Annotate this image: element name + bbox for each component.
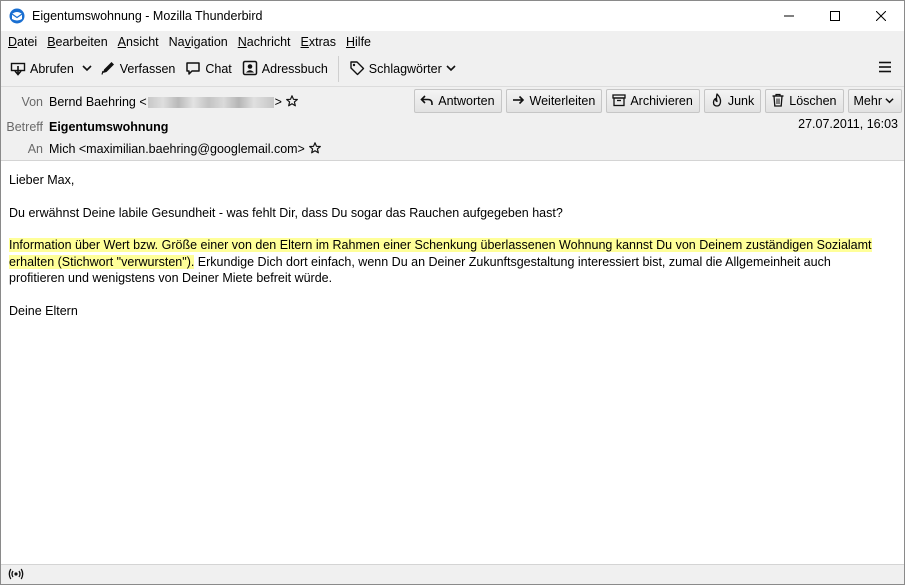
get-mail-label: Abrufen — [30, 62, 74, 76]
title-bar[interactable]: Eigentumswohnung - Mozilla Thunderbird — [1, 1, 904, 31]
subject-text: Eigentumswohnung — [49, 120, 169, 134]
forward-label: Weiterleiten — [529, 94, 596, 108]
chevron-down-icon — [446, 62, 460, 76]
app-menu-button[interactable] — [878, 60, 892, 77]
forward-button[interactable]: Weiterleiten — [505, 89, 603, 113]
menu-ansicht[interactable]: Ansicht — [113, 35, 164, 49]
menu-hilfe[interactable]: Hilfe — [341, 35, 376, 49]
main-paragraph: Information über Wert bzw. Größe einer v… — [9, 237, 896, 287]
more-button[interactable]: Mehr — [847, 89, 902, 113]
download-icon — [10, 60, 30, 79]
tags-label: Schlagwörter — [368, 62, 442, 76]
more-label: Mehr — [853, 94, 882, 108]
reply-label: Antworten — [438, 94, 495, 108]
write-label: Verfassen — [119, 62, 176, 76]
menu-extras[interactable]: Extras — [296, 35, 341, 49]
message-header: Von Bernd Baehring < > Antworten Weiterl… — [1, 87, 904, 161]
highlighted-text-line1: Information über Wert bzw. Größe einer v… — [9, 238, 872, 252]
paragraph-end: profitieren und wenigstens von Deiner Mi… — [9, 271, 333, 285]
to-row: An Mich <maximilian.baehring@googlemail.… — [1, 138, 904, 160]
message-date: 27.07.2011, 16:03 — [798, 117, 898, 131]
junk-button[interactable]: Junk — [703, 89, 762, 113]
address-book-label: Adressbuch — [261, 62, 328, 76]
trash-icon — [771, 93, 789, 110]
greeting: Lieber Max, — [9, 173, 75, 187]
star-icon[interactable] — [308, 141, 321, 157]
online-status-icon[interactable] — [8, 568, 24, 583]
main-toolbar: Abrufen Verfassen Chat Adressbuch Schlag… — [1, 52, 904, 87]
close-button[interactable] — [858, 1, 904, 31]
redacted-email — [147, 96, 274, 108]
to-text: Mich <maximilian.baehring@googlemail.com… — [49, 142, 305, 156]
minimize-button[interactable] — [766, 1, 812, 31]
reply-button[interactable]: Antworten — [414, 89, 502, 113]
thunderbird-icon — [9, 8, 25, 24]
chevron-down-icon — [885, 94, 898, 108]
subject-label: Betreff — [6, 120, 43, 134]
to-label: An — [27, 142, 43, 156]
window-title: Eigentumswohnung - Mozilla Thunderbird — [32, 9, 263, 23]
archive-label: Archivieren — [630, 94, 693, 108]
delete-label: Löschen — [789, 94, 837, 108]
from-address[interactable]: Bernd Baehring < > — [49, 94, 298, 110]
from-close-bracket: > — [274, 95, 282, 109]
archive-button[interactable]: Archivieren — [606, 89, 700, 113]
address-book-icon — [242, 60, 262, 79]
menu-nachricht[interactable]: Nachricht — [233, 35, 296, 49]
tags-button[interactable]: Schlagwörter — [344, 56, 465, 82]
highlighted-text-line2: erhalten (Stichwort "verwursten"). — [9, 254, 195, 269]
hamburger-icon — [878, 61, 892, 77]
write-button[interactable]: Verfassen — [95, 56, 181, 82]
forward-icon — [512, 93, 530, 110]
message-actions: Antworten Weiterleiten Archivieren Junk — [410, 89, 902, 113]
status-bar — [1, 564, 904, 584]
question-paragraph: Du erwähnst Deine labile Gesundheit - wa… — [9, 205, 563, 220]
thunderbird-window: Eigentumswohnung - Mozilla Thunderbird D… — [0, 0, 905, 585]
maximize-button[interactable] — [812, 1, 858, 31]
chevron-down-icon — [82, 62, 92, 76]
get-mail-dropdown[interactable] — [79, 56, 95, 82]
subject-row: Betreff Eigentumswohnung 27.07.2011, 16:… — [1, 116, 904, 138]
chat-label: Chat — [205, 62, 232, 76]
junk-flame-icon — [710, 92, 728, 110]
reply-icon — [420, 93, 438, 110]
star-icon[interactable] — [286, 94, 298, 110]
message-body[interactable]: Lieber Max, Du erwähnst Deine labile Ges… — [1, 162, 904, 564]
address-book-button[interactable]: Adressbuch — [237, 56, 333, 82]
menu-bar: Datei Bearbeiten Ansicht Navigation Nach… — [1, 31, 904, 52]
menu-datei[interactable]: Datei — [3, 35, 42, 49]
menu-bearbeiten[interactable]: Bearbeiten — [42, 35, 112, 49]
signature: Deine Eltern — [9, 303, 78, 318]
get-mail-button[interactable]: Abrufen — [5, 56, 79, 82]
junk-label: Junk — [727, 94, 755, 108]
to-address[interactable]: Mich <maximilian.baehring@googlemail.com… — [49, 141, 321, 157]
toolbar-divider — [337, 56, 339, 82]
chat-button[interactable]: Chat — [180, 56, 236, 82]
paragraph-continuation: Erkundige Dich dort einfach, wenn Du an … — [194, 254, 831, 269]
pencil-icon — [100, 60, 120, 79]
delete-button[interactable]: Löschen — [765, 89, 844, 113]
tag-icon — [349, 60, 369, 79]
from-name: Bernd Baehring < — [49, 95, 147, 109]
archive-icon — [612, 93, 630, 110]
from-label: Von — [21, 95, 43, 109]
chat-bubble-icon — [185, 60, 205, 79]
menu-navigation[interactable]: Navigation — [164, 35, 233, 49]
